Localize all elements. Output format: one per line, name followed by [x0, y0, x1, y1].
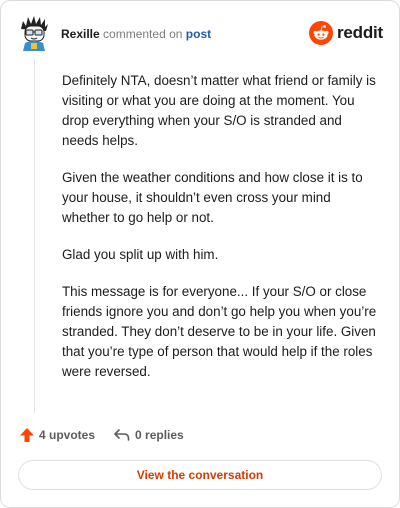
upvote-arrow-icon — [20, 428, 34, 442]
embedded-comment-card: Rexille commented on post reddit Definit… — [0, 0, 400, 508]
thread-line — [34, 59, 35, 413]
comment-actions: 4 upvotes 0 replies — [19, 425, 202, 445]
reply-count: 0 replies — [135, 428, 184, 442]
reddit-logo[interactable]: reddit — [308, 20, 383, 46]
reddit-wordmark: reddit — [336, 23, 383, 42]
action-text: commented on — [103, 27, 183, 41]
comment-paragraph-2: Given the weather conditions and how clo… — [62, 170, 363, 225]
upvote-button[interactable]: 4 upvotes — [19, 427, 95, 443]
user-avatar[interactable] — [17, 15, 51, 51]
reply-button[interactable]: 0 replies — [113, 427, 184, 443]
comment-header: Rexille commented on post reddit — [17, 15, 383, 51]
reddit-snoo-icon — [308, 21, 333, 45]
comment-body: Definitely NTA, doesn’t matter what frie… — [62, 71, 382, 399]
view-conversation-button[interactable]: View the conversation — [18, 460, 382, 490]
upvote-count: 4 upvotes — [39, 428, 96, 442]
comment-meta: Rexille commented on post — [61, 27, 211, 41]
comment-paragraph-4: This message is for everyone... If your … — [62, 284, 377, 379]
avatar-icon — [21, 16, 48, 51]
comment-paragraph-3: Glad you split up with him. — [62, 247, 219, 262]
comment-paragraph-1: Definitely NTA, doesn’t matter what frie… — [62, 73, 376, 148]
reply-arrow-icon — [114, 429, 130, 441]
username-link[interactable]: Rexille — [61, 27, 100, 41]
post-link[interactable]: post — [186, 27, 211, 41]
